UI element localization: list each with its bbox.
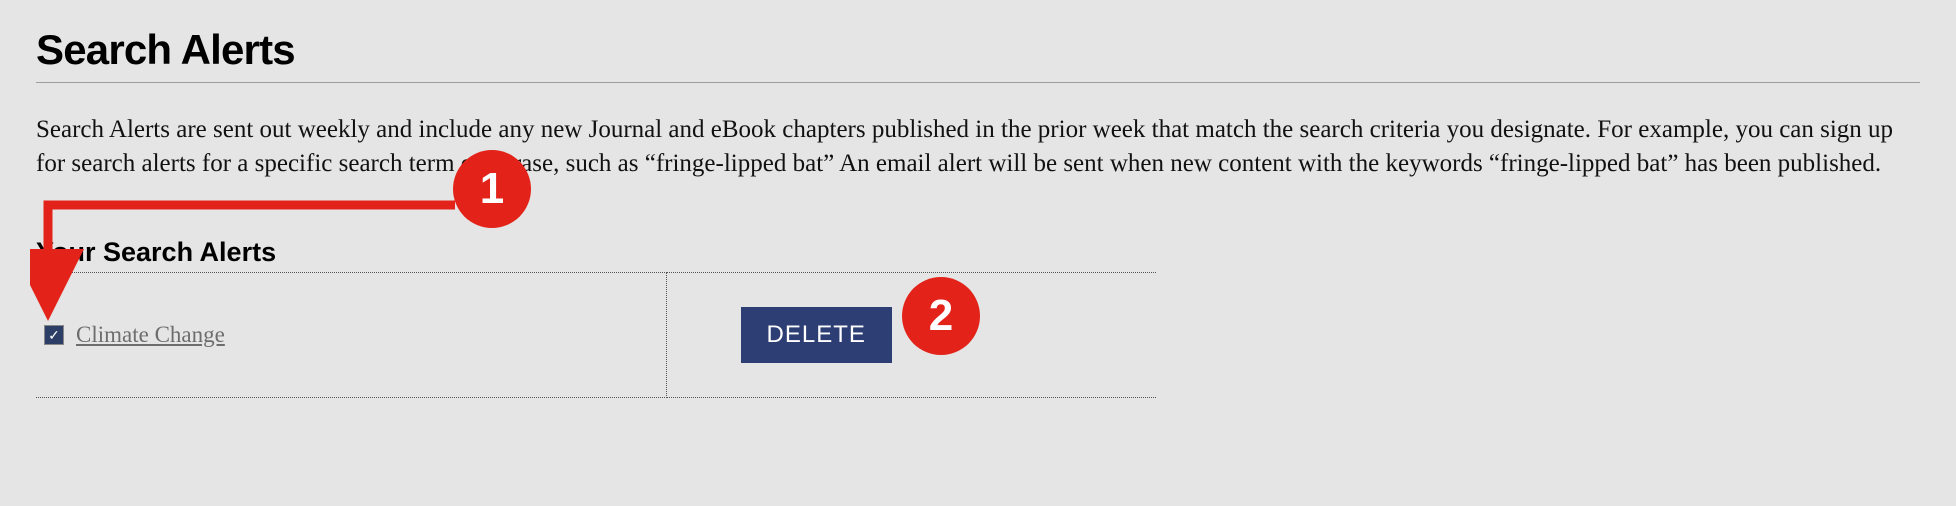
page-title: Search Alerts: [36, 26, 1920, 74]
table-row: ✓ Climate Change DELETE: [36, 272, 1156, 397]
annotation-badge-2: 2: [902, 277, 980, 355]
section-heading: Your Search Alerts: [36, 237, 1920, 268]
description-text: Search Alerts are sent out weekly and in…: [36, 113, 1916, 181]
alert-link[interactable]: Climate Change: [76, 322, 225, 348]
delete-button[interactable]: DELETE: [741, 307, 892, 363]
annotation-badge-1: 1: [453, 150, 531, 228]
alert-checkbox[interactable]: ✓: [44, 325, 64, 345]
alert-cell: ✓ Climate Change: [36, 272, 666, 397]
title-divider: [36, 82, 1920, 83]
alerts-table: ✓ Climate Change DELETE: [36, 272, 1156, 398]
